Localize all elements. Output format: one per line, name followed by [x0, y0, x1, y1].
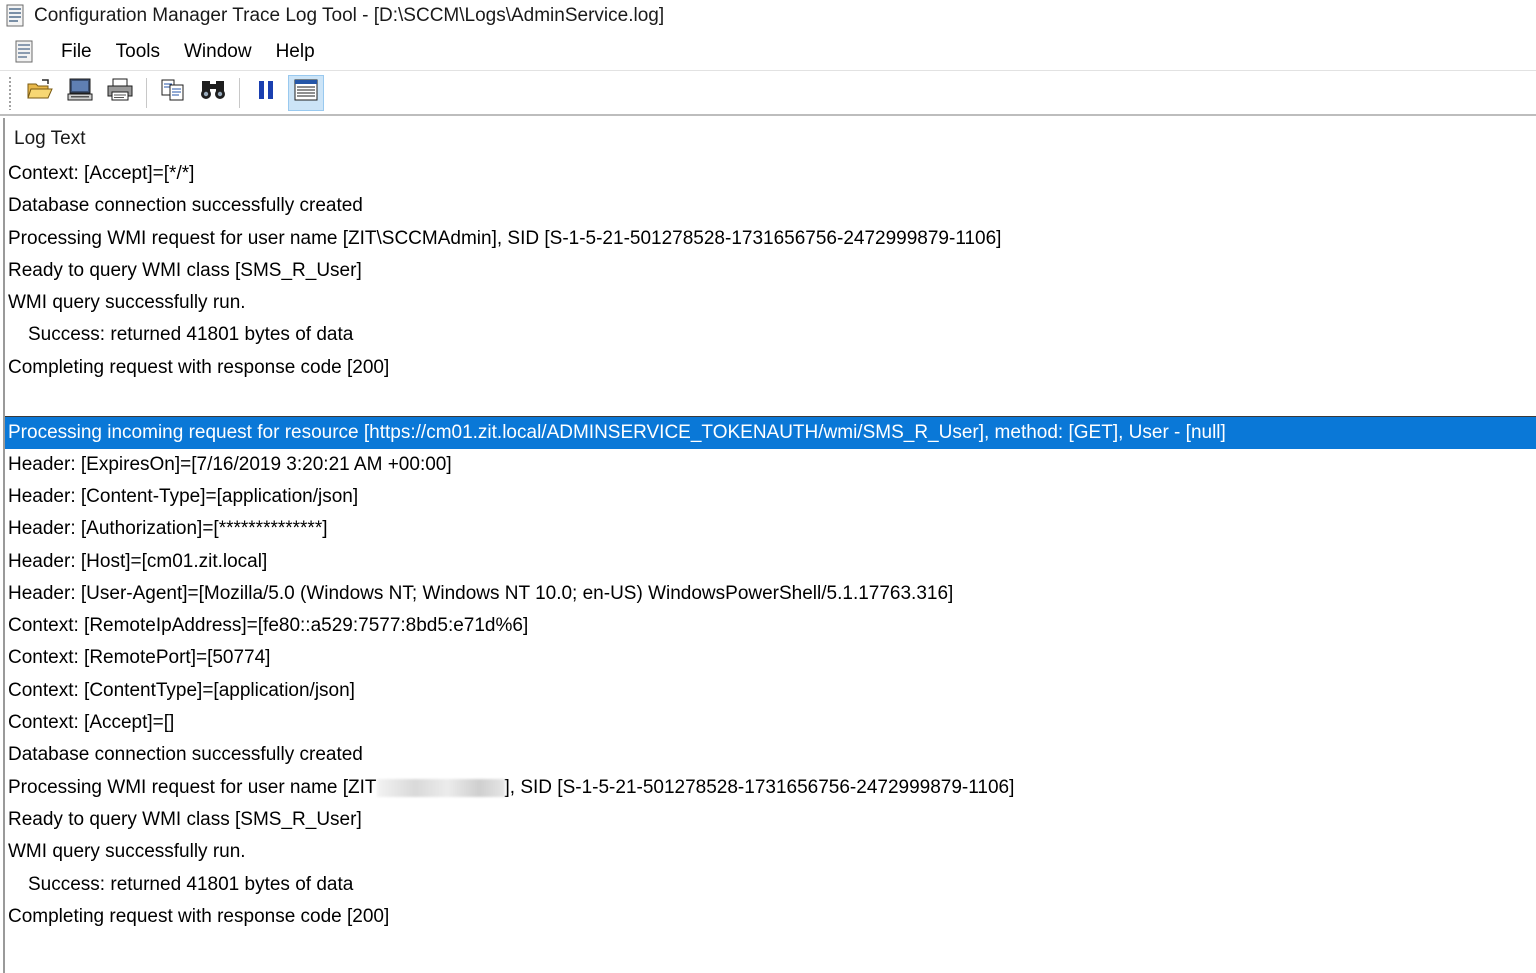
log-row[interactable]: Header: [Content-Type]=[application/json…	[5, 481, 1536, 513]
redacted-username	[376, 778, 505, 797]
log-row-blank[interactable]	[5, 384, 1536, 416]
log-row[interactable]: Context: [Accept]=[*/*]	[5, 158, 1536, 190]
toolbar-separator	[239, 77, 240, 108]
log-row[interactable]: Ready to query WMI class [SMS_R_User]	[5, 255, 1536, 287]
details-pane-button[interactable]	[288, 74, 324, 111]
menu-help[interactable]: Help	[264, 34, 327, 69]
log-row[interactable]: WMI query successfully run.	[5, 836, 1536, 868]
log-row[interactable]: Context: [Accept]=[]	[5, 707, 1536, 739]
menu-file[interactable]: File	[49, 34, 104, 69]
log-row[interactable]: Header: [User-Agent]=[Mozilla/5.0 (Windo…	[5, 578, 1536, 610]
print-icon	[106, 77, 134, 108]
find-binoculars-icon	[199, 77, 227, 108]
log-row[interactable]: Ready to query WMI class [SMS_R_User]	[5, 804, 1536, 836]
log-row[interactable]: Completing request with response code [2…	[5, 352, 1536, 384]
log-row[interactable]: Context: [RemotePort]=[50774]	[5, 642, 1536, 674]
copy-button[interactable]	[155, 75, 191, 111]
log-text-after: ], SID [S-1-5-21-501278528-1731656756-24…	[504, 776, 1015, 798]
column-header-log-text[interactable]: Log Text	[5, 118, 1536, 158]
print-button[interactable]	[102, 75, 138, 111]
log-row[interactable]: Header: [Host]=[cm01.zit.local]	[5, 546, 1536, 578]
pause-icon	[254, 78, 278, 107]
menu-window[interactable]: Window	[172, 34, 264, 69]
computer-icon	[66, 77, 94, 108]
log-row[interactable]: Header: [ExpiresOn]=[7/16/2019 3:20:21 A…	[5, 449, 1536, 481]
log-row[interactable]: Database connection successfully created	[5, 739, 1536, 771]
log-row-selected[interactable]: Processing incoming request for resource…	[5, 416, 1536, 449]
menu-bar: File Tools Window Help	[0, 34, 1536, 69]
log-row[interactable]: Processing WMI request for user name [ZI…	[5, 772, 1536, 804]
toolbar	[0, 70, 1536, 116]
computer-button[interactable]	[62, 75, 98, 111]
log-row[interactable]: Context: [RemoteIpAddress]=[fe80::a529:7…	[5, 610, 1536, 642]
details-pane-icon	[293, 78, 319, 107]
pause-button[interactable]	[248, 75, 284, 111]
log-text-before: Processing WMI request for user name [ZI…	[8, 776, 377, 798]
find-button[interactable]	[195, 75, 231, 111]
log-row[interactable]: WMI query successfully run.	[5, 287, 1536, 319]
toolbar-separator	[146, 77, 147, 108]
copy-icon	[159, 77, 187, 108]
log-pane[interactable]: Log Text Context: [Accept]=[*/*] Databas…	[3, 118, 1536, 973]
log-row[interactable]: Success: returned 41801 bytes of data	[5, 319, 1536, 351]
toolbar-grip[interactable]	[8, 75, 12, 110]
menu-tools[interactable]: Tools	[104, 34, 172, 69]
document-icon[interactable]	[12, 39, 38, 65]
log-row[interactable]: Header: [Authorization]=[**************]	[5, 513, 1536, 545]
window-title: Configuration Manager Trace Log Tool - […	[34, 5, 665, 26]
title-bar: Configuration Manager Trace Log Tool - […	[0, 0, 1536, 32]
log-row[interactable]: Success: returned 41801 bytes of data	[5, 869, 1536, 901]
open-folder-icon	[26, 78, 54, 107]
log-document-icon	[4, 4, 28, 28]
log-row[interactable]: Context: [ContentType]=[application/json…	[5, 675, 1536, 707]
log-row[interactable]: Processing WMI request for user name [ZI…	[5, 223, 1536, 255]
open-button[interactable]	[22, 75, 58, 111]
log-row[interactable]: Completing request with response code [2…	[5, 901, 1536, 933]
log-row[interactable]: Database connection successfully created	[5, 190, 1536, 222]
